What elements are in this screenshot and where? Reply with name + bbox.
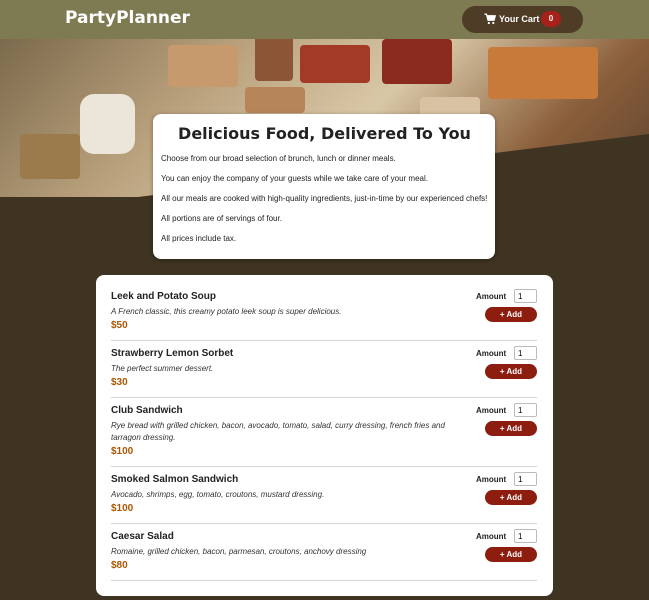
meal-item: Caesar Salad Romaine, grilled chicken, b… — [111, 524, 537, 581]
add-button[interactable]: + Add — [485, 421, 537, 436]
cart-icon — [484, 13, 496, 25]
amount-input[interactable] — [514, 289, 537, 303]
amount-label: Amount — [476, 349, 507, 358]
meal-name: Leek and Potato Soup — [111, 291, 217, 302]
meal-name: Club Sandwich — [111, 405, 183, 416]
app-header: PartyPlanner Your Cart 0 — [0, 0, 649, 39]
intro-title: Delicious Food, Delivered To You — [178, 124, 471, 143]
meal-description: Rye bread with grilled chicken, bacon, a… — [111, 421, 445, 442]
add-button[interactable]: + Add — [485, 307, 537, 322]
meal-item: Leek and Potato Soup A French classic, t… — [111, 284, 537, 341]
meal-name: Strawberry Lemon Sorbet — [111, 348, 234, 359]
food-tray-8 — [20, 134, 80, 179]
food-tray-1 — [168, 45, 238, 87]
cart-count-badge: 0 — [541, 11, 561, 27]
food-tray-4 — [382, 39, 452, 84]
amount-input[interactable] — [514, 403, 537, 417]
intro-paragraph: All our meals are cooked with high-quali… — [161, 194, 488, 203]
food-tray-5 — [488, 47, 598, 99]
intro-card: Delicious Food, Delivered To You Choose … — [153, 114, 495, 259]
meal-description: The perfect summer dessert. — [111, 364, 214, 373]
food-tray-3 — [300, 45, 370, 83]
meal-item: Strawberry Lemon Sorbet The perfect summ… — [111, 341, 537, 398]
intro-paragraph: All portions are of servings of four. — [161, 214, 282, 223]
brand-logo[interactable]: PartyPlanner — [65, 8, 190, 28]
cups-stack — [80, 94, 135, 154]
intro-paragraph: You can enjoy the company of your guests… — [161, 174, 428, 183]
intro-paragraph: Choose from our broad selection of brunc… — [161, 154, 396, 163]
add-button[interactable]: + Add — [485, 547, 537, 562]
meal-name: Smoked Salmon Sandwich — [111, 474, 239, 485]
amount-label: Amount — [476, 475, 507, 484]
amount-label: Amount — [476, 532, 507, 541]
meal-name: Caesar Salad — [111, 531, 174, 542]
meal-price: $30 — [111, 377, 128, 388]
food-tray-2 — [255, 39, 293, 81]
meal-description: Romaine, grilled chicken, bacon, parmesa… — [111, 547, 367, 556]
cart-label: Your Cart — [499, 14, 540, 24]
meal-description: A French classic, this creamy potato lee… — [111, 307, 342, 316]
cart-button[interactable]: Your Cart 0 — [462, 6, 583, 33]
amount-label: Amount — [476, 292, 507, 301]
amount-label: Amount — [476, 406, 507, 415]
meal-price: $100 — [111, 446, 134, 457]
meal-item: Smoked Salmon Sandwich Avocado, shrimps,… — [111, 467, 537, 524]
meal-price: $100 — [111, 503, 134, 514]
meal-price: $50 — [111, 320, 128, 331]
amount-input[interactable] — [514, 529, 537, 543]
meal-description: Avocado, shrimps, egg, tomato, croutons,… — [111, 490, 325, 499]
intro-paragraph: All prices include tax. — [161, 234, 237, 243]
meal-item: Club Sandwich Rye bread with grilled chi… — [111, 398, 537, 467]
amount-input[interactable] — [514, 472, 537, 486]
meals-list: Leek and Potato Soup A French classic, t… — [96, 275, 553, 596]
food-tray-6 — [245, 87, 305, 113]
add-button[interactable]: + Add — [485, 364, 537, 379]
meal-price: $80 — [111, 560, 128, 571]
add-button[interactable]: + Add — [485, 490, 537, 505]
amount-input[interactable] — [514, 346, 537, 360]
